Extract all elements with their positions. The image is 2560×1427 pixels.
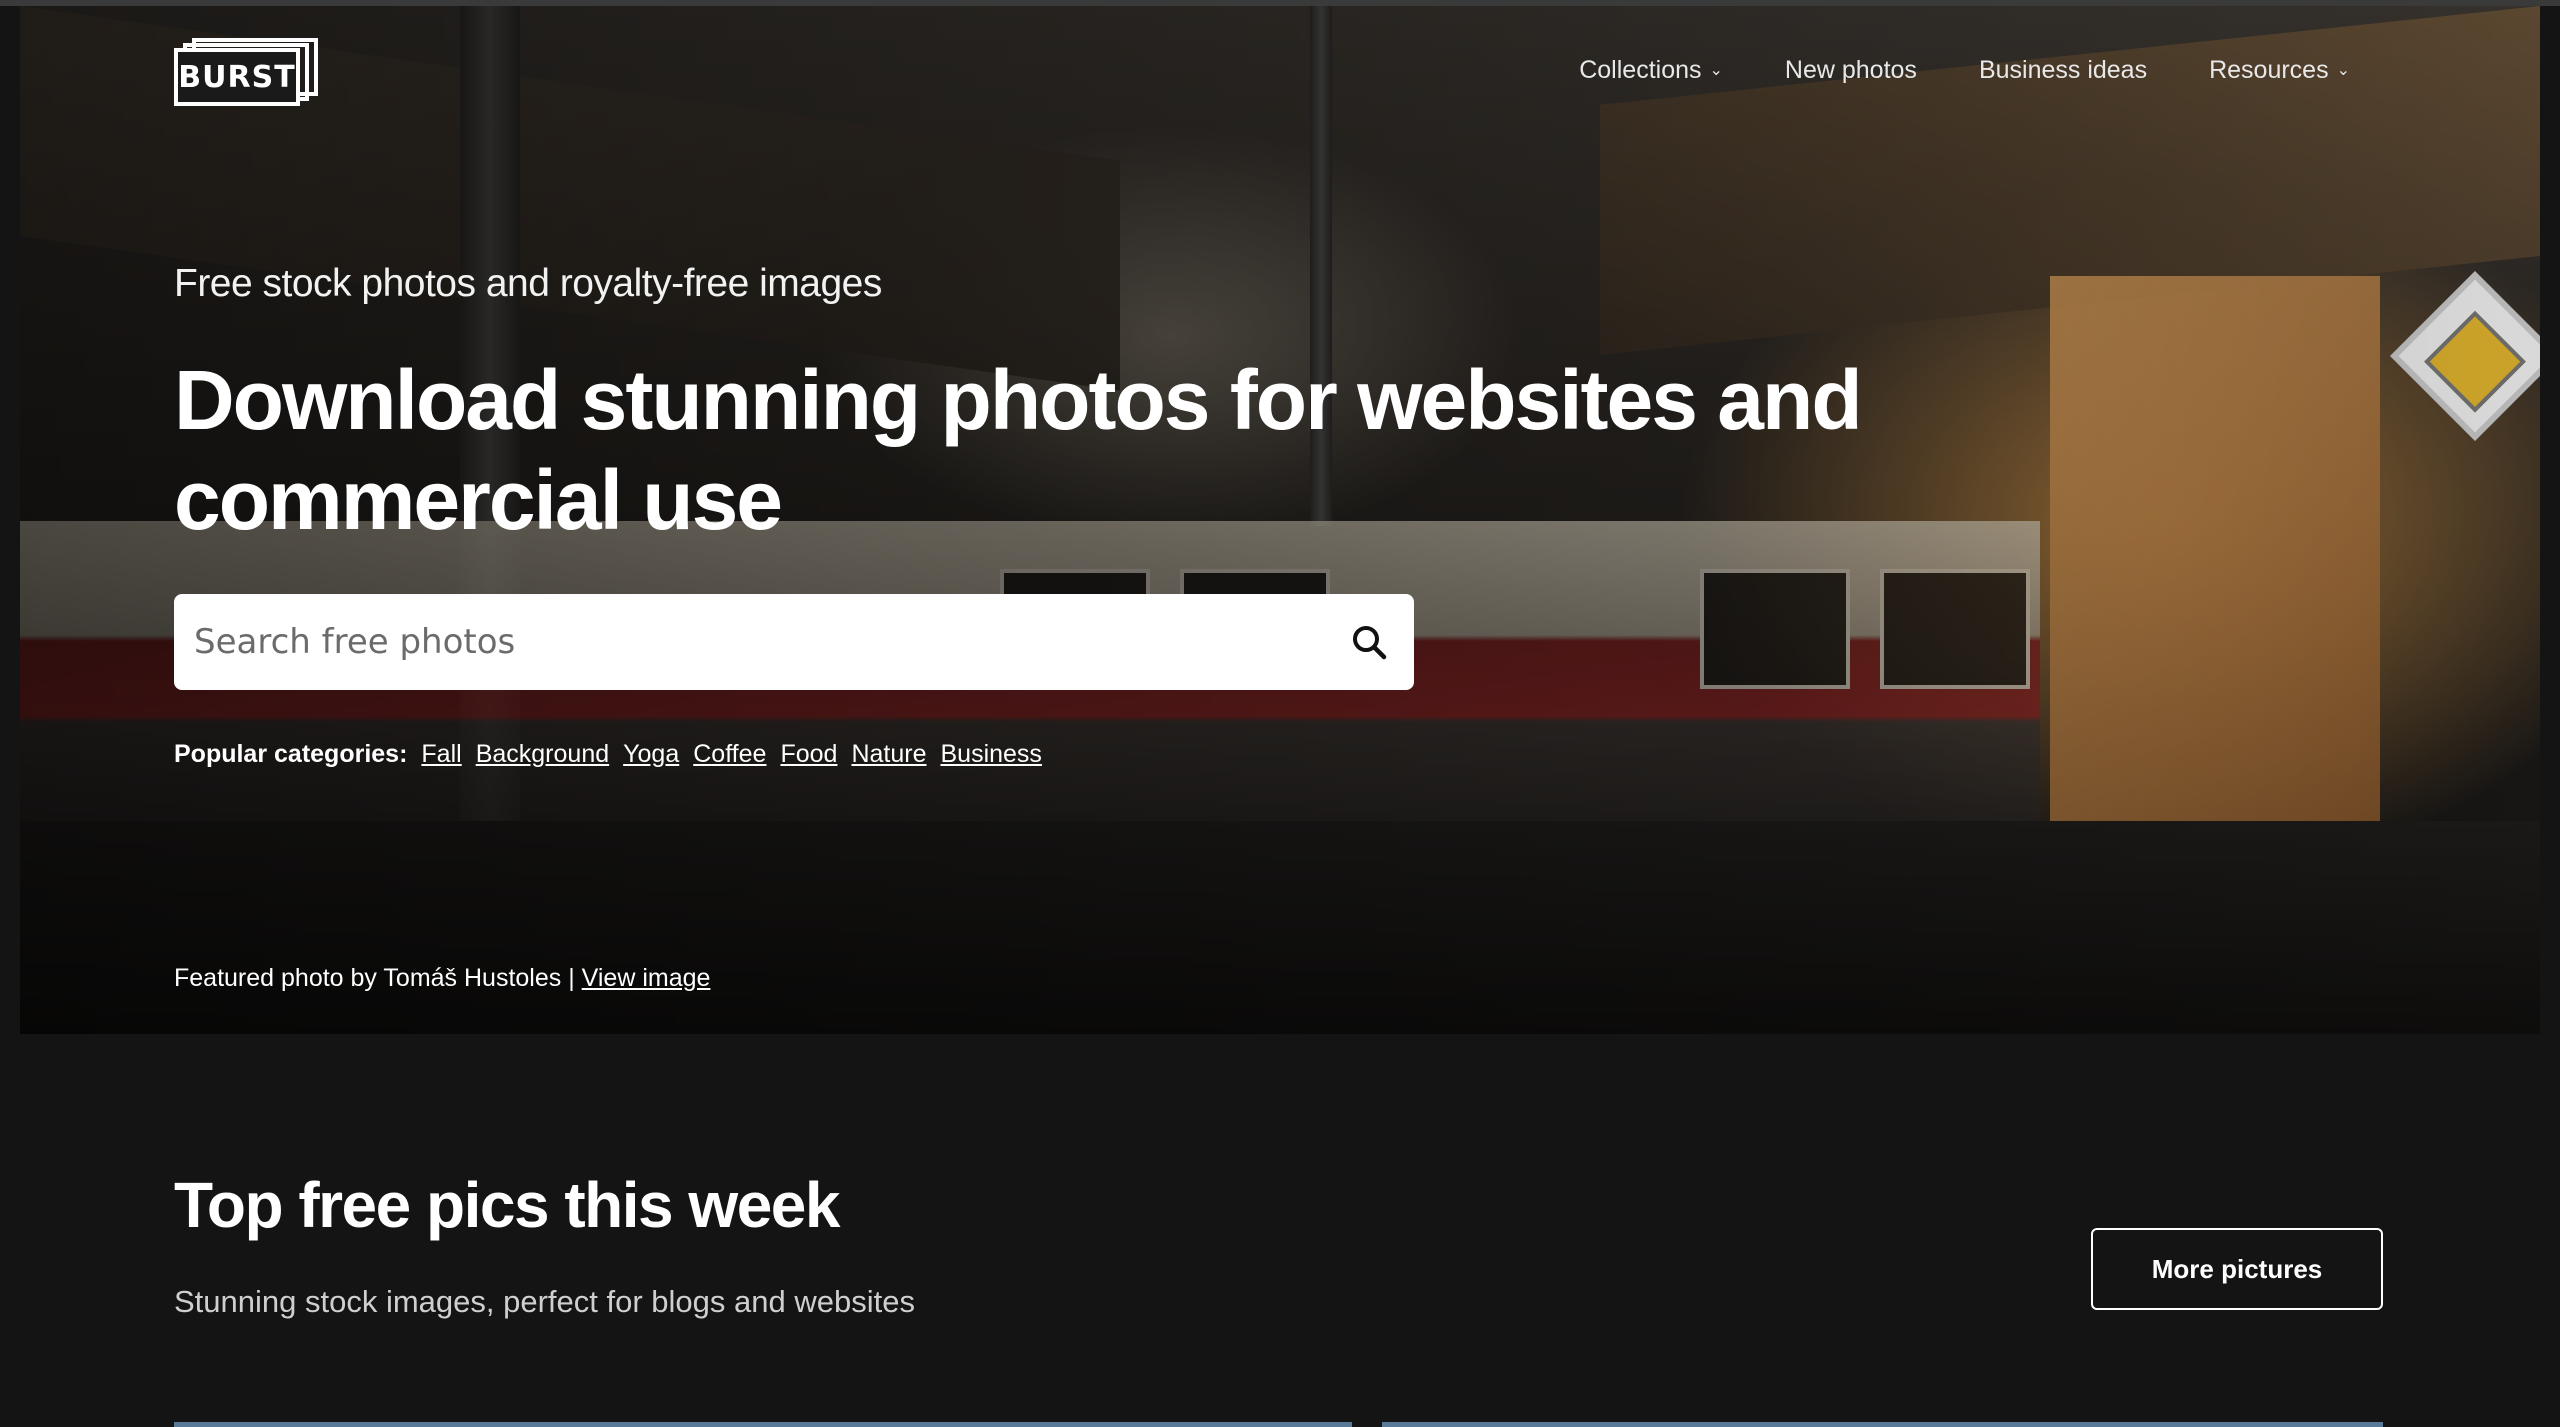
logo-text: BURST [178, 59, 296, 95]
photo-card[interactable] [1382, 1422, 2383, 1427]
category-link-background[interactable]: Background [476, 740, 609, 769]
section-subtitle: Stunning stock images, perfect for blogs… [174, 1284, 915, 1319]
popular-categories: Popular categories: Fall Background Yoga… [174, 740, 1042, 769]
nav-label: Collections [1579, 56, 1702, 84]
search-input[interactable] [194, 622, 1344, 662]
hero-subtitle: Free stock photos and royalty-free image… [174, 262, 882, 305]
category-link-fall[interactable]: Fall [421, 740, 461, 769]
view-image-link[interactable]: View image [582, 964, 711, 992]
category-link-coffee[interactable]: Coffee [693, 740, 766, 769]
popular-categories-label: Popular categories: [174, 740, 408, 768]
nav-collections[interactable]: Collections ⌄ [1579, 56, 1723, 85]
search-icon[interactable] [1344, 617, 1394, 667]
burst-logo[interactable]: BURST [174, 38, 322, 108]
nav-new-photos[interactable]: New photos [1785, 56, 1917, 85]
photo-card[interactable] [174, 1422, 1352, 1427]
nav-label: Business ideas [1978, 56, 2148, 84]
nav-label: New photos [1784, 56, 1917, 84]
nav-label: Resources [2209, 56, 2329, 84]
nav-resources[interactable]: Resources ⌄ [2209, 56, 2350, 85]
nav-business-ideas[interactable]: Business ideas [1979, 56, 2147, 85]
chevron-down-icon: ⌄ [2336, 61, 2350, 79]
more-pictures-button[interactable]: More pictures [2091, 1228, 2383, 1310]
category-link-yoga[interactable]: Yoga [623, 740, 679, 769]
hero-title: Download stunning photos for websites an… [174, 353, 1863, 547]
main-nav: Collections ⌄ New photos Business ideas … [1579, 56, 2350, 85]
featured-credit-text: Featured photo by Tomáš Hustoles | [174, 964, 575, 992]
category-link-business[interactable]: Business [940, 740, 1041, 769]
category-link-food[interactable]: Food [780, 740, 837, 769]
featured-photo-credit: Featured photo by Tomáš Hustoles | View … [174, 964, 710, 993]
chevron-down-icon: ⌄ [1709, 61, 1723, 79]
search-bar [174, 594, 1414, 690]
section-title: Top free pics this week [174, 1169, 840, 1241]
category-link-nature[interactable]: Nature [851, 740, 926, 769]
